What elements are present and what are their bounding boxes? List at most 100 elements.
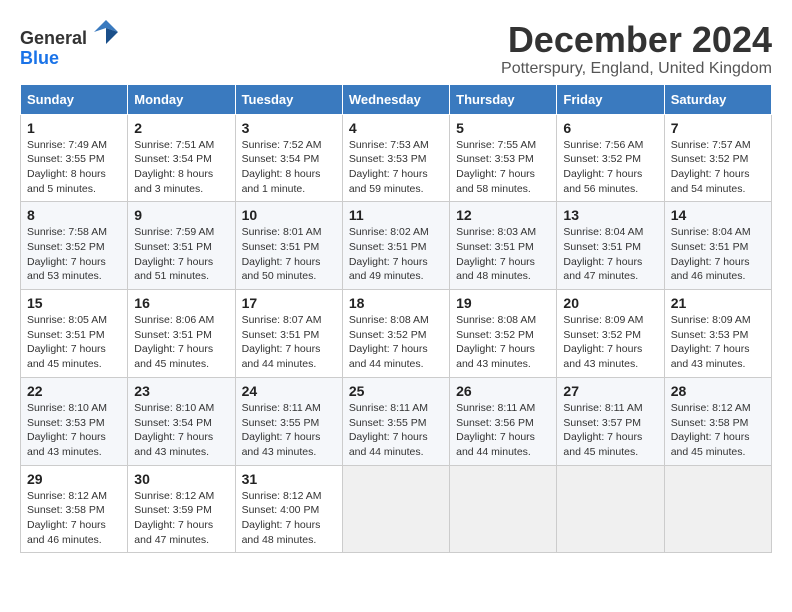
day-detail: Sunrise: 7:49 AM Sunset: 3:55 PM Dayligh… — [27, 138, 121, 197]
calendar-cell: 14Sunrise: 8:04 AM Sunset: 3:51 PM Dayli… — [664, 202, 771, 290]
day-detail: Sunrise: 8:06 AM Sunset: 3:51 PM Dayligh… — [134, 313, 228, 372]
day-number: 23 — [134, 383, 228, 399]
day-number: 19 — [456, 295, 550, 311]
calendar-cell: 10 Sunrise: 8:01 AM Sunset: 3:51 PM Dayli… — [235, 202, 342, 290]
day-detail: Sunrise: 8:08 AM Sunset: 3:52 PM Dayligh… — [349, 313, 443, 372]
calendar-cell: 15 Sunrise: 8:05 AM Sunset: 3:51 PM Dayli… — [21, 290, 128, 378]
day-detail: Sunrise: 8:12 AM Sunset: 3:58 PM Dayligh… — [27, 489, 121, 548]
calendar-cell: 13 Sunrise: 8:04 AM Sunset: 3:51 PM Dayli… — [557, 202, 664, 290]
calendar-cell: 30 Sunrise: 8:12 AM Sunset: 3:59 PM Dayli… — [128, 465, 235, 553]
calendar-cell: 25 Sunrise: 8:11 AM Sunset: 3:55 PM Dayli… — [342, 377, 449, 465]
calendar-cell: 26 Sunrise: 8:11 AM Sunset: 3:56 PM Dayli… — [450, 377, 557, 465]
col-header-thursday: Thursday — [450, 84, 557, 114]
day-detail: Sunrise: 7:56 AM Sunset: 3:52 PM Dayligh… — [563, 138, 657, 197]
day-number: 14 — [671, 207, 765, 223]
day-detail: Sunrise: 8:05 AM Sunset: 3:51 PM Dayligh… — [27, 313, 121, 372]
day-detail: Sunrise: 8:10 AM Sunset: 3:53 PM Dayligh… — [27, 401, 121, 460]
col-header-wednesday: Wednesday — [342, 84, 449, 114]
calendar-cell — [342, 465, 449, 553]
calendar-subtitle: Potterspury, England, United Kingdom — [501, 60, 772, 78]
page-header: General Blue December 2024 Potterspury, … — [20, 20, 772, 78]
day-number: 31 — [242, 471, 336, 487]
col-header-tuesday: Tuesday — [235, 84, 342, 114]
day-number: 22 — [27, 383, 121, 399]
day-number: 17 — [242, 295, 336, 311]
day-number: 5 — [456, 120, 550, 136]
day-detail: Sunrise: 8:04 AM Sunset: 3:51 PM Dayligh… — [563, 225, 657, 284]
day-detail: Sunrise: 8:12 AM Sunset: 4:00 PM Dayligh… — [242, 489, 336, 548]
calendar-cell: 18 Sunrise: 8:08 AM Sunset: 3:52 PM Dayli… — [342, 290, 449, 378]
day-number: 13 — [563, 207, 657, 223]
day-detail: Sunrise: 8:11 AM Sunset: 3:56 PM Dayligh… — [456, 401, 550, 460]
logo-icon — [94, 20, 118, 44]
day-detail: Sunrise: 8:11 AM Sunset: 3:55 PM Dayligh… — [349, 401, 443, 460]
calendar-cell: 12 Sunrise: 8:03 AM Sunset: 3:51 PM Dayli… — [450, 202, 557, 290]
week-row-2: 8 Sunrise: 7:58 AM Sunset: 3:52 PM Daylig… — [21, 202, 772, 290]
day-number: 2 — [134, 120, 228, 136]
day-number: 15 — [27, 295, 121, 311]
day-number: 12 — [456, 207, 550, 223]
calendar-cell: 4Sunrise: 7:53 AM Sunset: 3:53 PM Daylig… — [342, 114, 449, 202]
logo-general: General — [20, 28, 87, 48]
calendar-cell: 29 Sunrise: 8:12 AM Sunset: 3:58 PM Dayli… — [21, 465, 128, 553]
day-number: 7 — [671, 120, 765, 136]
col-header-monday: Monday — [128, 84, 235, 114]
week-row-1: 1Sunrise: 7:49 AM Sunset: 3:55 PM Daylig… — [21, 114, 772, 202]
day-number: 11 — [349, 207, 443, 223]
calendar-cell: 2 Sunrise: 7:51 AM Sunset: 3:54 PM Daylig… — [128, 114, 235, 202]
calendar-cell: 27Sunrise: 8:11 AM Sunset: 3:57 PM Dayli… — [557, 377, 664, 465]
day-number: 8 — [27, 207, 121, 223]
day-detail: Sunrise: 7:53 AM Sunset: 3:53 PM Dayligh… — [349, 138, 443, 197]
day-number: 29 — [27, 471, 121, 487]
calendar-cell: 7 Sunrise: 7:57 AM Sunset: 3:52 PM Daylig… — [664, 114, 771, 202]
day-detail: Sunrise: 8:03 AM Sunset: 3:51 PM Dayligh… — [456, 225, 550, 284]
calendar-table: SundayMondayTuesdayWednesdayThursdayFrid… — [20, 84, 772, 554]
day-number: 9 — [134, 207, 228, 223]
logo-blue: Blue — [20, 48, 59, 68]
day-number: 18 — [349, 295, 443, 311]
day-detail: Sunrise: 8:09 AM Sunset: 3:53 PM Dayligh… — [671, 313, 765, 372]
calendar-cell: 22 Sunrise: 8:10 AM Sunset: 3:53 PM Dayli… — [21, 377, 128, 465]
calendar-cell: 17 Sunrise: 8:07 AM Sunset: 3:51 PM Dayli… — [235, 290, 342, 378]
calendar-cell: 21 Sunrise: 8:09 AM Sunset: 3:53 PM Dayli… — [664, 290, 771, 378]
day-detail: Sunrise: 8:12 AM Sunset: 3:59 PM Dayligh… — [134, 489, 228, 548]
day-detail: Sunrise: 7:55 AM Sunset: 3:53 PM Dayligh… — [456, 138, 550, 197]
calendar-cell: 19Sunrise: 8:08 AM Sunset: 3:52 PM Dayli… — [450, 290, 557, 378]
day-number: 28 — [671, 383, 765, 399]
calendar-cell — [557, 465, 664, 553]
day-number: 6 — [563, 120, 657, 136]
week-row-3: 15 Sunrise: 8:05 AM Sunset: 3:51 PM Dayli… — [21, 290, 772, 378]
calendar-body: 1Sunrise: 7:49 AM Sunset: 3:55 PM Daylig… — [21, 114, 772, 553]
calendar-cell: 31 Sunrise: 8:12 AM Sunset: 4:00 PM Dayli… — [235, 465, 342, 553]
day-detail: Sunrise: 7:59 AM Sunset: 3:51 PM Dayligh… — [134, 225, 228, 284]
calendar-cell: 8 Sunrise: 7:58 AM Sunset: 3:52 PM Daylig… — [21, 202, 128, 290]
day-detail: Sunrise: 8:01 AM Sunset: 3:51 PM Dayligh… — [242, 225, 336, 284]
day-detail: Sunrise: 8:11 AM Sunset: 3:55 PM Dayligh… — [242, 401, 336, 460]
day-number: 3 — [242, 120, 336, 136]
day-number: 10 — [242, 207, 336, 223]
calendar-cell: 3Sunrise: 7:52 AM Sunset: 3:54 PM Daylig… — [235, 114, 342, 202]
day-detail: Sunrise: 8:11 AM Sunset: 3:57 PM Dayligh… — [563, 401, 657, 460]
week-row-4: 22 Sunrise: 8:10 AM Sunset: 3:53 PM Dayli… — [21, 377, 772, 465]
day-detail: Sunrise: 7:58 AM Sunset: 3:52 PM Dayligh… — [27, 225, 121, 284]
calendar-cell: 5 Sunrise: 7:55 AM Sunset: 3:53 PM Daylig… — [450, 114, 557, 202]
day-number: 30 — [134, 471, 228, 487]
day-detail: Sunrise: 7:51 AM Sunset: 3:54 PM Dayligh… — [134, 138, 228, 197]
title-block: December 2024 Potterspury, England, Unit… — [501, 20, 772, 78]
calendar-cell: 11Sunrise: 8:02 AM Sunset: 3:51 PM Dayli… — [342, 202, 449, 290]
calendar-cell: 24Sunrise: 8:11 AM Sunset: 3:55 PM Dayli… — [235, 377, 342, 465]
col-header-friday: Friday — [557, 84, 664, 114]
day-number: 25 — [349, 383, 443, 399]
calendar-cell — [450, 465, 557, 553]
logo: General Blue — [20, 20, 118, 69]
day-detail: Sunrise: 8:07 AM Sunset: 3:51 PM Dayligh… — [242, 313, 336, 372]
week-row-5: 29 Sunrise: 8:12 AM Sunset: 3:58 PM Dayli… — [21, 465, 772, 553]
day-number: 21 — [671, 295, 765, 311]
calendar-header-row: SundayMondayTuesdayWednesdayThursdayFrid… — [21, 84, 772, 114]
day-detail: Sunrise: 8:09 AM Sunset: 3:52 PM Dayligh… — [563, 313, 657, 372]
col-header-sunday: Sunday — [21, 84, 128, 114]
calendar-cell: 16Sunrise: 8:06 AM Sunset: 3:51 PM Dayli… — [128, 290, 235, 378]
day-number: 26 — [456, 383, 550, 399]
day-detail: Sunrise: 7:57 AM Sunset: 3:52 PM Dayligh… — [671, 138, 765, 197]
calendar-cell: 6 Sunrise: 7:56 AM Sunset: 3:52 PM Daylig… — [557, 114, 664, 202]
